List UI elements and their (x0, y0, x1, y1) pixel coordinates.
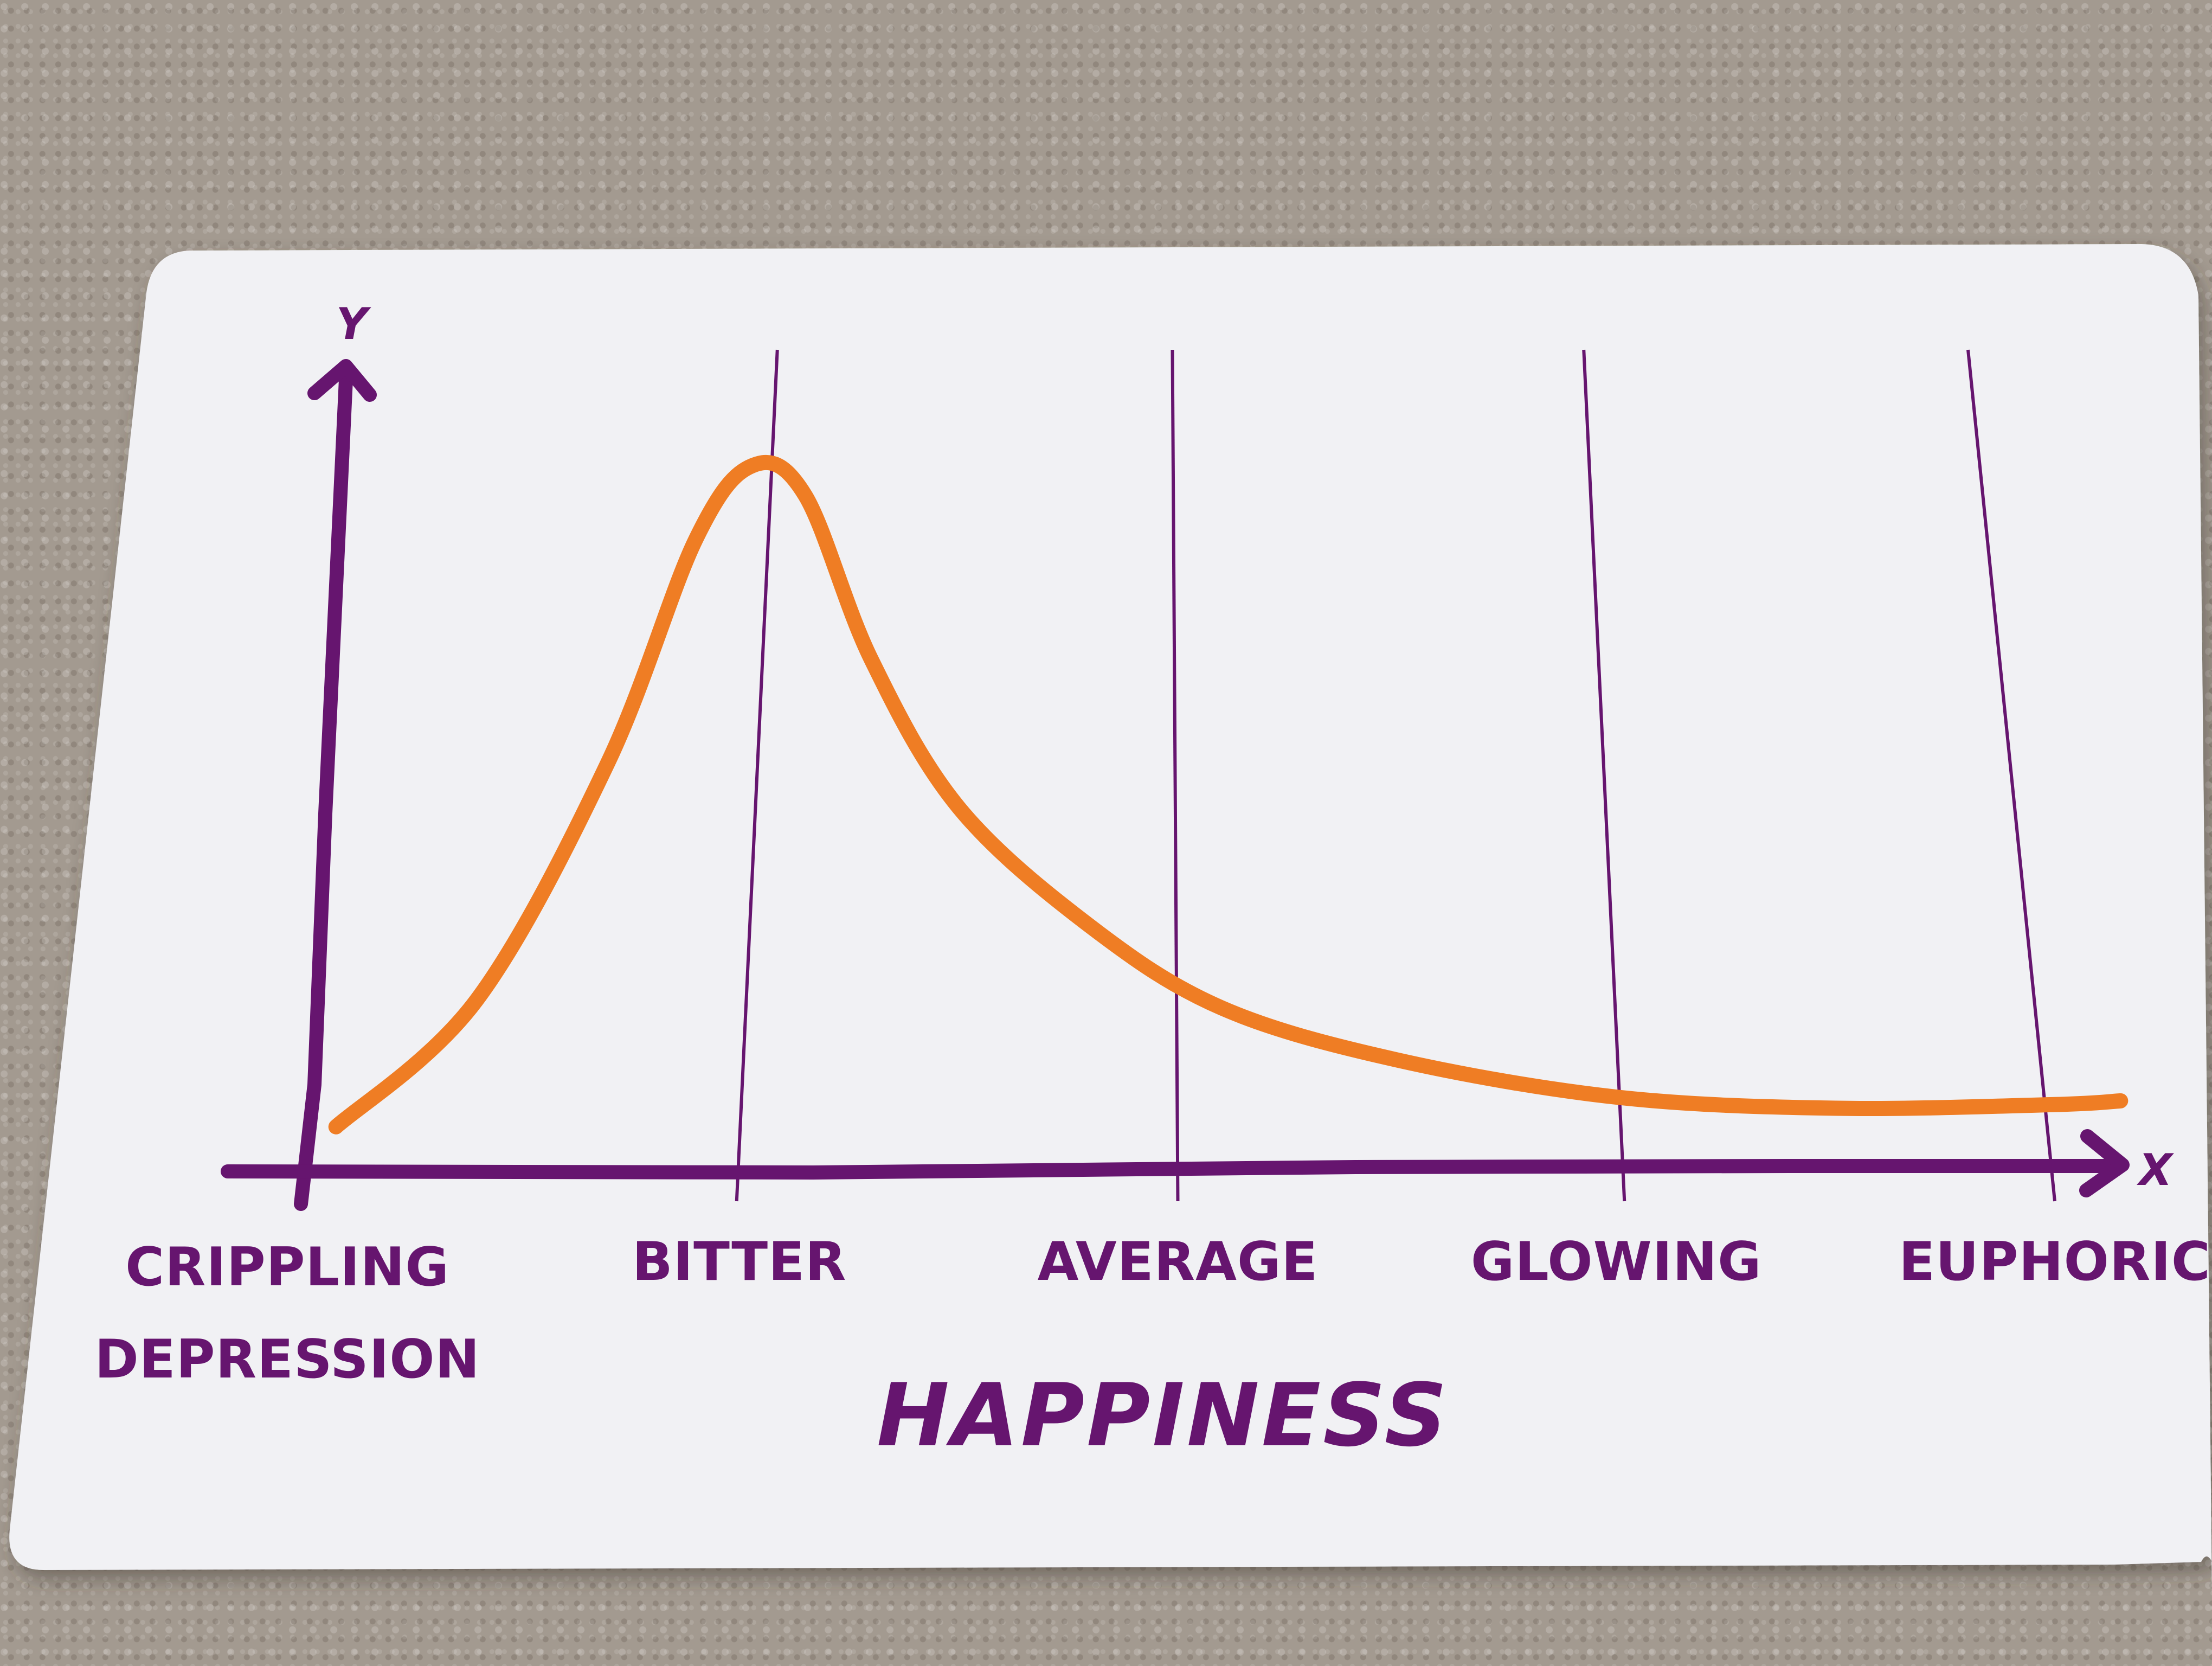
x-tick-label-1: BITTER (632, 1231, 847, 1293)
x-tick-label-3: GLOWING (1471, 1231, 1762, 1293)
x-axis-title: HAPPINESS (877, 1364, 1449, 1466)
x-axis-letter: X (2136, 1145, 2174, 1195)
y-axis-letter: Y (336, 299, 371, 349)
x-axis-line (221, 1159, 2116, 1180)
x-tick-label-4: EUPHORIC (1899, 1231, 2211, 1293)
x-tick-label-2: AVERAGE (1038, 1231, 1319, 1293)
chart-photo: Y X CRIPPLING DEPRESSIONBITTER AVERAGE GLOW… (9, 244, 2212, 1594)
